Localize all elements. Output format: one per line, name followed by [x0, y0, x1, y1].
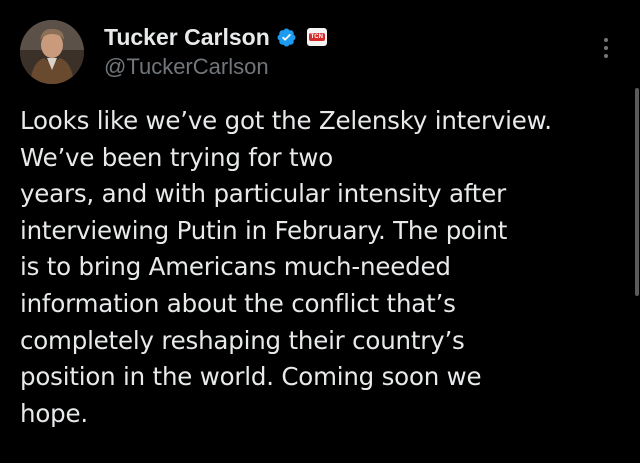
verified-badge-icon[interactable] [276, 27, 297, 48]
tweet-text: Looks like we’ve got the Zelensky interv… [20, 106, 552, 428]
more-options-icon[interactable] [596, 34, 616, 62]
more-dot [604, 54, 608, 58]
affiliate-badge[interactable]: TCN [306, 28, 327, 46]
more-dot [604, 38, 608, 42]
author-handle[interactable]: @TuckerCarlson [104, 55, 269, 79]
person-avatar-icon [20, 20, 84, 84]
author-name-row: Tucker Carlson TCN [104, 24, 327, 50]
affiliate-badge-text: TCN [308, 33, 325, 41]
scrollbar-thumb[interactable] [635, 88, 639, 296]
more-dot [604, 46, 608, 50]
author-display-name[interactable]: Tucker Carlson [104, 24, 270, 50]
avatar[interactable] [20, 20, 84, 84]
scrollbar[interactable] [634, 0, 640, 463]
